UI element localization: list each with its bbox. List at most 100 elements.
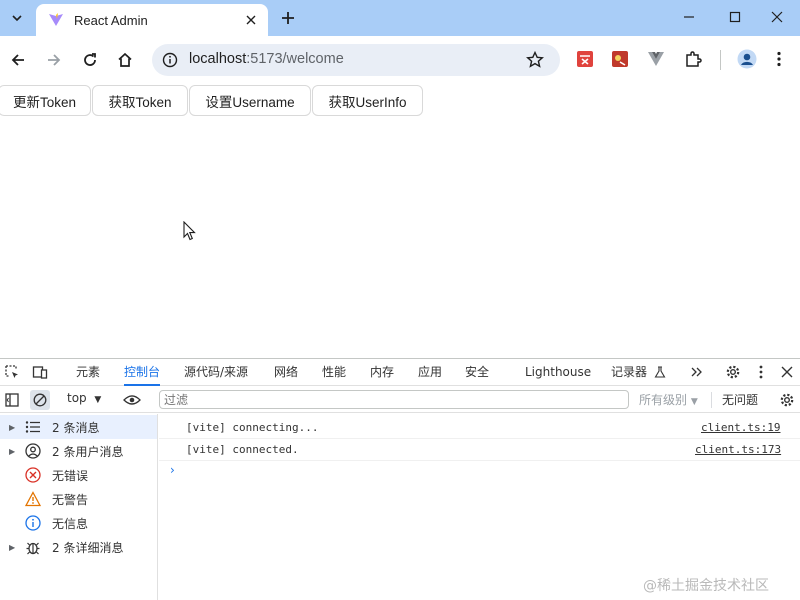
- devtools-tab-recorder[interactable]: 记录器: [611, 359, 647, 386]
- home-icon: [118, 52, 132, 67]
- browser-tab-active[interactable]: React Admin: [36, 4, 268, 36]
- maximize-icon: [729, 11, 741, 23]
- window-maximize-button[interactable]: [712, 0, 758, 34]
- dropdown-arrow-icon: ▼: [94, 395, 102, 405]
- sidebar-item-messages[interactable]: ▶ 2 条消息: [0, 415, 157, 439]
- minimize-icon: [684, 16, 694, 18]
- sidebar-item-info[interactable]: 无信息: [0, 511, 157, 535]
- watermark: @稀土掘金技术社区: [643, 578, 769, 594]
- console-filter-input[interactable]: [159, 390, 629, 409]
- tab-search-button[interactable]: [5, 6, 29, 30]
- device-toolbar-icon[interactable]: [31, 363, 49, 381]
- expand-arrow-icon: ▶: [9, 446, 16, 456]
- get-token-button[interactable]: 获取Token: [92, 85, 188, 116]
- sidebar-item-user-messages[interactable]: ▶ 2 条用户消息: [0, 439, 157, 463]
- reload-button[interactable]: [76, 46, 104, 74]
- extensions-puzzle-icon[interactable]: [684, 50, 702, 68]
- address-bar[interactable]: localhost:5173/welcome: [152, 44, 560, 76]
- extension-vue-icon[interactable]: [647, 50, 665, 68]
- console-log-source-link[interactable]: client.ts:19: [701, 421, 780, 434]
- devtools-tab-sources[interactable]: 源代码/来源: [184, 359, 248, 386]
- devtools-tab-network[interactable]: 网络: [274, 359, 298, 386]
- back-button[interactable]: [4, 46, 32, 74]
- console-prompt-chevron-icon[interactable]: ›: [170, 463, 175, 477]
- chevron-down-icon: [12, 15, 22, 22]
- devtools-tab-performance[interactable]: 性能: [322, 359, 346, 386]
- window-minimize-button[interactable]: [666, 0, 712, 34]
- console-toolbar: top ▼ 所有级别 ▼ 无问题: [0, 387, 800, 413]
- devtools-tab-lighthouse[interactable]: Lighthouse: [525, 359, 591, 386]
- clear-console-icon[interactable]: [30, 390, 50, 410]
- expand-arrow-icon: ▶: [9, 542, 16, 552]
- console-settings-gear-icon[interactable]: [778, 391, 796, 409]
- get-userinfo-button[interactable]: 获取UserInfo: [312, 85, 423, 116]
- tab-title: React Admin: [74, 12, 148, 28]
- log-levels-dropdown[interactable]: 所有级别 ▼: [639, 391, 698, 408]
- context-select-value: top: [67, 391, 87, 405]
- devtools-tab-security[interactable]: 安全: [465, 359, 489, 386]
- more-tabs-chevron-icon[interactable]: [688, 363, 706, 381]
- window-close-button[interactable]: [754, 0, 800, 34]
- toolbar-divider: [711, 392, 712, 408]
- sidebar-item-verbose[interactable]: ▶ 2 条详细消息: [0, 535, 157, 559]
- arrow-right-icon: [48, 54, 61, 66]
- issues-counter[interactable]: 无问题: [722, 391, 758, 408]
- devtools-menu-kebab-icon[interactable]: [752, 363, 770, 381]
- console-log-row: [vite] connecting... client.ts:19: [159, 417, 800, 439]
- browser-toolbar: localhost:5173/welcome: [0, 36, 800, 84]
- profile-avatar-icon[interactable]: [737, 49, 757, 69]
- inspect-element-icon[interactable]: [3, 363, 21, 381]
- user-icon: [25, 443, 41, 459]
- mouse-cursor-icon: [183, 221, 196, 241]
- site-info-icon[interactable]: [162, 52, 178, 68]
- vite-favicon-icon: [48, 12, 64, 28]
- url-path: :5173/welcome: [246, 51, 344, 67]
- log-levels-label: 所有级别: [639, 393, 688, 407]
- devtools-tabbar: 元素 控制台 源代码/来源 网络 性能 内存 应用 安全 Lighthouse …: [0, 359, 800, 386]
- devtools-tab-application[interactable]: 应用: [418, 359, 442, 386]
- flask-icon: [651, 363, 669, 381]
- bookmark-star-icon[interactable]: [525, 50, 545, 70]
- extension-1-icon[interactable]: [576, 50, 594, 68]
- dropdown-arrow-icon: ▼: [690, 397, 698, 407]
- console-log-text: [vite] connected.: [186, 443, 299, 456]
- info-icon: [25, 515, 41, 531]
- live-expression-eye-icon[interactable]: [123, 391, 141, 409]
- devtools-panel: 元素 控制台 源代码/来源 网络 性能 内存 应用 安全 Lighthouse …: [0, 358, 800, 600]
- sidebar-item-label: 无警告: [52, 492, 89, 507]
- arrow-left-icon: [11, 54, 24, 66]
- forward-button[interactable]: [40, 46, 68, 74]
- sidebar-toggle-icon[interactable]: [3, 391, 21, 409]
- close-icon: [771, 11, 783, 23]
- sidebar-item-label: 2 条消息: [52, 420, 100, 435]
- devtools-close-icon[interactable]: [778, 363, 796, 381]
- console-sidebar: ▶ 2 条消息 ▶ 2 条用户消息 无错误 无警告 无信息 ▶ 2 条详细消息: [0, 414, 158, 600]
- reload-icon: [84, 53, 96, 66]
- url-host: localhost: [189, 51, 247, 67]
- new-tab-button[interactable]: [276, 6, 300, 30]
- kebab-menu-icon[interactable]: [770, 50, 788, 68]
- url-text: localhost:5173/welcome: [189, 51, 344, 67]
- devtools-tab-memory[interactable]: 内存: [370, 359, 394, 386]
- tab-close-icon[interactable]: [242, 11, 260, 29]
- sidebar-item-label: 2 条详细消息: [52, 540, 124, 555]
- context-select[interactable]: top ▼: [67, 391, 101, 405]
- refresh-token-button[interactable]: 更新Token: [0, 85, 91, 116]
- devtools-settings-gear-icon[interactable]: [724, 363, 742, 381]
- sidebar-item-label: 无信息: [52, 516, 89, 531]
- console-log-text: [vite] connecting...: [186, 421, 319, 434]
- warning-icon: [25, 491, 41, 507]
- sidebar-item-warnings[interactable]: 无警告: [0, 487, 157, 511]
- home-button[interactable]: [111, 46, 139, 74]
- sidebar-item-errors[interactable]: 无错误: [0, 463, 157, 487]
- devtools-tab-elements[interactable]: 元素: [76, 359, 100, 386]
- extension-2-icon[interactable]: [611, 50, 629, 68]
- plus-icon: [282, 12, 294, 24]
- browser-tabstrip: React Admin: [0, 0, 800, 36]
- error-icon: [25, 467, 41, 483]
- bug-icon: [25, 539, 41, 555]
- sidebar-item-label: 无错误: [52, 468, 89, 483]
- set-username-button[interactable]: 设置Username: [189, 85, 311, 116]
- devtools-tab-console[interactable]: 控制台: [124, 359, 161, 386]
- console-log-source-link[interactable]: client.ts:173: [695, 443, 781, 456]
